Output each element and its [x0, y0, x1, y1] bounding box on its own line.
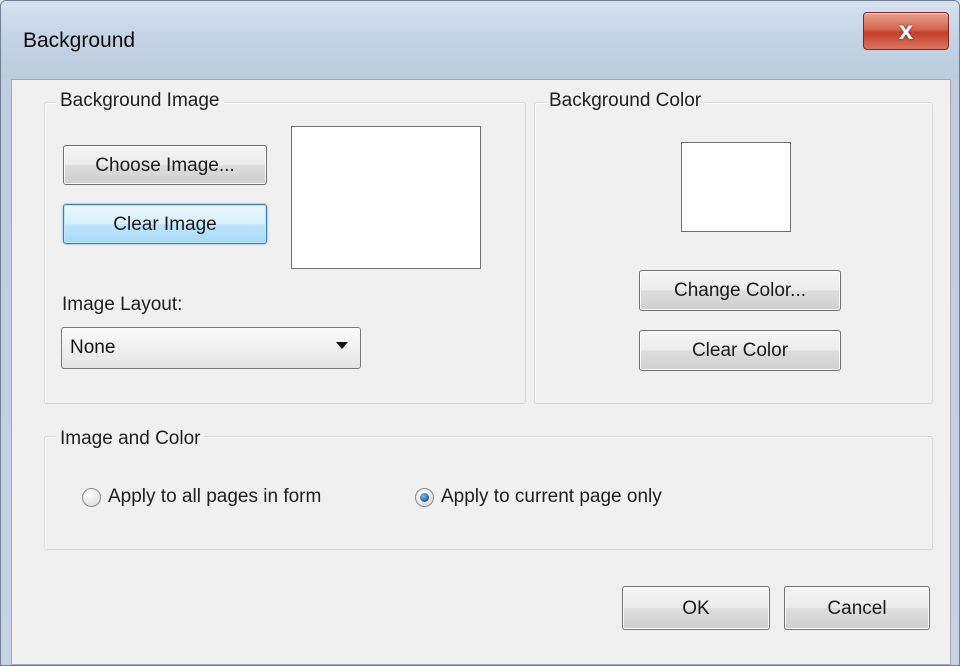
background-dialog: Background x Background Image Choose Ima… — [0, 0, 960, 666]
change-color-button-label: Change Color... — [673, 280, 807, 301]
close-button[interactable]: x — [863, 12, 949, 50]
image-layout-label: Image Layout: — [62, 294, 183, 315]
dialog-title: Background — [23, 29, 136, 52]
title-bar: Background x — [1, 1, 959, 79]
image-layout-select[interactable]: None — [61, 327, 361, 369]
image-preview — [291, 126, 481, 269]
cancel-button[interactable]: Cancel — [784, 586, 930, 630]
ok-button-label: OK — [682, 597, 710, 619]
clear-color-button-label: Clear Color — [691, 340, 789, 361]
close-icon: x — [898, 15, 914, 45]
dialog-body: Background Image Choose Image... Clear I… — [11, 79, 951, 665]
apply-all-pages-label: Apply to all pages in form — [108, 486, 322, 507]
choose-image-button[interactable]: Choose Image... — [63, 145, 267, 185]
ok-button[interactable]: OK — [622, 586, 770, 630]
apply-current-page-label: Apply to current page only — [441, 486, 662, 507]
chevron-down-icon — [336, 342, 348, 349]
clear-image-button[interactable]: Clear Image — [63, 204, 267, 244]
color-swatch — [681, 142, 791, 232]
choose-image-button-label: Choose Image... — [95, 154, 235, 176]
clear-color-button[interactable]: Clear Color — [639, 330, 841, 371]
image-and-color-group-title: Image and Color — [56, 428, 205, 450]
clear-image-button-label: Clear Image — [113, 213, 217, 235]
change-color-button[interactable]: Change Color... — [639, 270, 841, 311]
image-layout-value: None — [70, 337, 116, 358]
cancel-button-label: Cancel — [827, 597, 887, 619]
background-color-group-title: Background Color — [545, 90, 706, 112]
background-image-group-title: Background Image — [56, 90, 224, 112]
radio-selected-dot — [420, 493, 429, 502]
apply-all-pages-radio[interactable] — [82, 488, 101, 507]
apply-current-page-radio[interactable] — [415, 488, 434, 507]
